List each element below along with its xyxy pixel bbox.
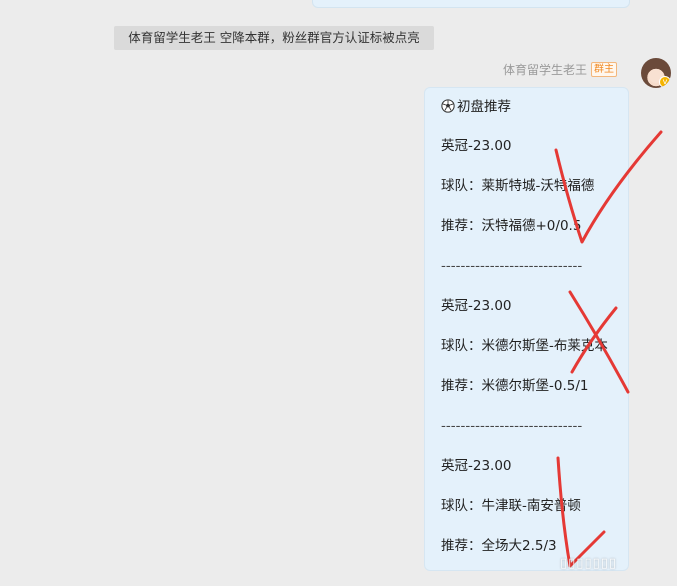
sender-name[interactable]: 体育留学生老王 (503, 61, 587, 78)
match-league: 英冠-23.00 (441, 298, 512, 314)
divider-line: ----------------------------- (441, 418, 583, 434)
message-title: 初盘推荐 (457, 99, 511, 115)
soccer-ball-icon (441, 99, 455, 113)
message-title-row: 初盘推荐 (441, 97, 511, 117)
role-badge: 群主 (591, 61, 617, 77)
sender-info: 体育留学生老王 群主 (503, 60, 617, 78)
system-notice: 体育留学生老王 空降本群，粉丝群官方认证标被点亮 (114, 26, 434, 50)
match-pick: 推荐：沃特福德+0/0.5 (441, 218, 582, 234)
match-teams: 球队：牛津联-南安普顿 (441, 498, 581, 514)
match-league: 英冠-23.00 (441, 458, 512, 474)
avatar[interactable]: v (641, 58, 671, 88)
weibo-watermark: ▯▯▯▯▯▯▯ (560, 556, 618, 571)
previous-message-bubble (312, 0, 630, 8)
match-league: 英冠-23.00 (441, 138, 512, 154)
message-bubble[interactable]: 初盘推荐 英冠-23.00 球队：莱斯特城-沃特福德 推荐：沃特福德+0/0.5… (424, 87, 629, 571)
match-pick: 推荐：全场大2.5/3 (441, 538, 557, 554)
match-teams: 球队：米德尔斯堡-布莱克本 (441, 338, 608, 354)
match-pick: 推荐：米德尔斯堡-0.5/1 (441, 378, 589, 394)
divider-line: ----------------------------- (441, 258, 583, 274)
verified-badge-icon: v (659, 76, 671, 88)
match-teams: 球队：莱斯特城-沃特福德 (441, 178, 595, 194)
